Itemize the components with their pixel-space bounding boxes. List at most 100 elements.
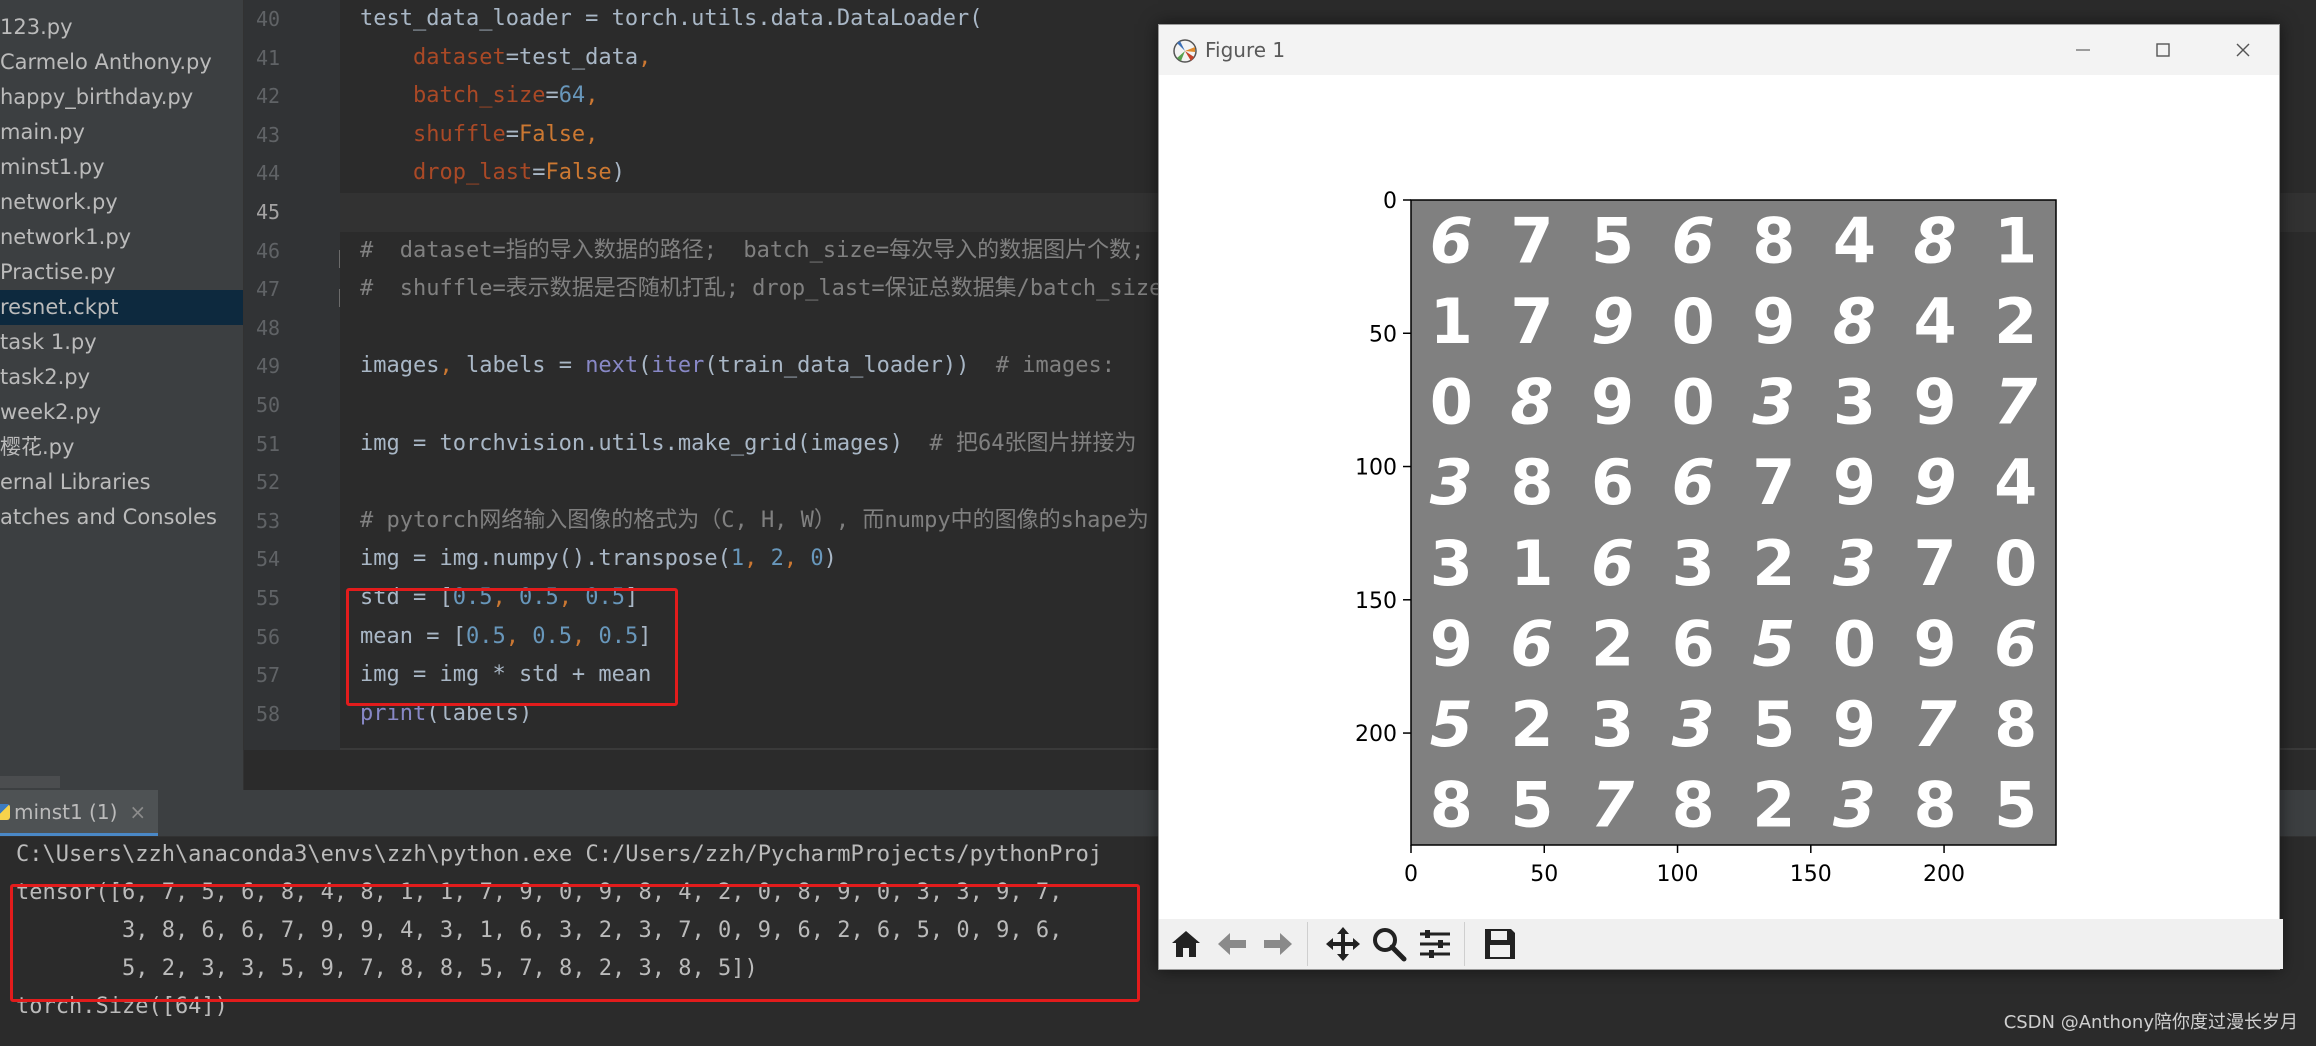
line-number: 52 [256,470,281,495]
figure-titlebar[interactable]: Figure 1 [1159,25,2279,75]
digit-cell: 8 [1752,204,1795,277]
line-number: 56 [256,624,281,649]
line-number: 50 [256,392,281,417]
digit-cell: 6 [1672,204,1715,277]
image-area [1411,200,2056,845]
tree-item[interactable]: resnet.ckpt [0,290,243,325]
digit-cell: 3 [1833,366,1876,439]
digit-cell: 6 [1672,607,1715,680]
tree-item[interactable]: network1.py [0,220,243,255]
digit-cell: 9 [1430,607,1473,680]
digit-cell: 5 [1994,769,2037,842]
figure-canvas[interactable]: 6756848117909842089033973866799431632370… [1159,75,2279,919]
digit-cell: 9 [1833,688,1876,761]
tree-item[interactable]: happy_birthday.py [0,80,243,115]
tree-item[interactable]: week2.py [0,395,243,430]
line-number: 45 [256,199,281,224]
zoom-magnifier-icon [1373,928,1407,962]
line-number: 57 [256,663,281,688]
tree-item[interactable]: Carmelo Anthony.py [0,45,243,80]
digit-cell: 4 [1833,204,1876,277]
digit-cell: 6 [1430,204,1473,277]
digit-cell: 9 [1913,446,1956,519]
digit-cell: 8 [1672,769,1715,842]
pan-move-icon [1326,927,1360,961]
save-button[interactable] [1477,921,1523,967]
line-number-gutter: 40 41 42 43 44 45 46 47 48 49 50 51 52 53 54 55 56 57 58 [244,0,340,750]
digit-cell: 5 [1591,204,1634,277]
forward-button[interactable] [1255,921,1301,967]
run-tab[interactable]: minst1 (1) × [0,790,159,836]
digit-cell: 5 [1752,607,1795,680]
x-axis: 0 50 100 150 200 [1404,845,1965,887]
tree-item[interactable]: Practise.py [0,255,243,290]
line-number: 53 [256,508,281,533]
maximize-icon [2156,43,2170,57]
line-number: 49 [256,354,281,379]
tree-item[interactable]: task2.py [0,360,243,395]
digit-cell: 7 [1510,285,1553,358]
digit-cell: 5 [1752,688,1795,761]
close-window-button[interactable] [2203,25,2283,75]
digit-cell: 5 [1510,769,1553,842]
configure-subplots-button[interactable] [1412,921,1458,967]
digit-cell: 3 [1672,527,1715,600]
figure-window[interactable]: Figure 1 6756848117909842089033973866799… [1158,24,2283,970]
tree-item[interactable]: 123.py [0,10,243,45]
toolbar-separator [1307,922,1320,966]
digit-cell: 3 [1430,527,1473,600]
x-tick-label: 50 [1530,862,1558,887]
digit-cell: 3 [1430,446,1473,519]
tree-item[interactable]: minst1.py [0,150,243,185]
digit-cell: 9 [1913,366,1956,439]
line-number: 58 [256,701,281,726]
back-button[interactable] [1209,921,1255,967]
line-number: 40 [256,7,281,31]
tree-item[interactable]: network.py [0,185,243,220]
digit-cell: 8 [1510,366,1553,439]
digit-cell: 8 [1833,285,1876,358]
line-number: 54 [256,547,281,572]
digit-cell: 5 [1430,688,1473,761]
digit-cell: 6 [1672,446,1715,519]
pan-button[interactable] [1320,921,1366,967]
digit-cell: 2 [1752,769,1795,842]
tree-horizontal-scrollbar[interactable] [0,776,60,788]
digit-cell: 0 [1430,366,1473,439]
line-number: 44 [256,161,281,186]
digit-cell: 1 [1430,285,1473,358]
tree-item[interactable]: main.py [0,115,243,150]
digit-cell: 0 [1833,607,1876,680]
digit-cell: 6 [1994,607,2037,680]
minimize-icon [2076,49,2090,51]
tree-item[interactable]: ernal Libraries [0,465,243,500]
line-number: 41 [256,45,281,70]
project-tree: 123.py Carmelo Anthony.py happy_birthday.p… [0,0,244,790]
digit-cell: 6 [1510,607,1553,680]
digit-cell: 7 [1994,366,2038,439]
home-button[interactable] [1163,921,1209,967]
digit-cell: 3 [1833,769,1876,842]
zoom-button[interactable] [1366,921,1412,967]
digit-cell: 8 [1510,446,1553,519]
toolbar-separator [1464,922,1477,966]
minimize-button[interactable] [2043,25,2123,75]
matplotlib-logo-icon [1173,39,1197,63]
digit-cell: 2 [1752,527,1795,600]
tree-item[interactable]: task 1.py [0,325,243,360]
tree-item[interactable]: 樱花.py [0,430,243,465]
digit-cell: 8 [1913,204,1956,277]
forward-arrow-icon [1264,933,1292,955]
digit-cell: 0 [1672,285,1715,358]
maximize-button[interactable] [2123,25,2203,75]
figure-toolbar [1159,919,2283,969]
line-number: 46 [256,238,281,263]
digit-cell: 6 [1591,527,1634,600]
tree-item[interactable]: atches and Consoles [0,500,243,535]
y-tick-label: 150 [1355,589,1397,614]
close-icon[interactable]: × [129,800,146,824]
y-axis: 0 50 100 150 200 [1355,189,1411,747]
digit-cell: 9 [1913,607,1956,680]
digit-cell: 7 [1752,446,1795,519]
digit-cell: 2 [1591,607,1634,680]
